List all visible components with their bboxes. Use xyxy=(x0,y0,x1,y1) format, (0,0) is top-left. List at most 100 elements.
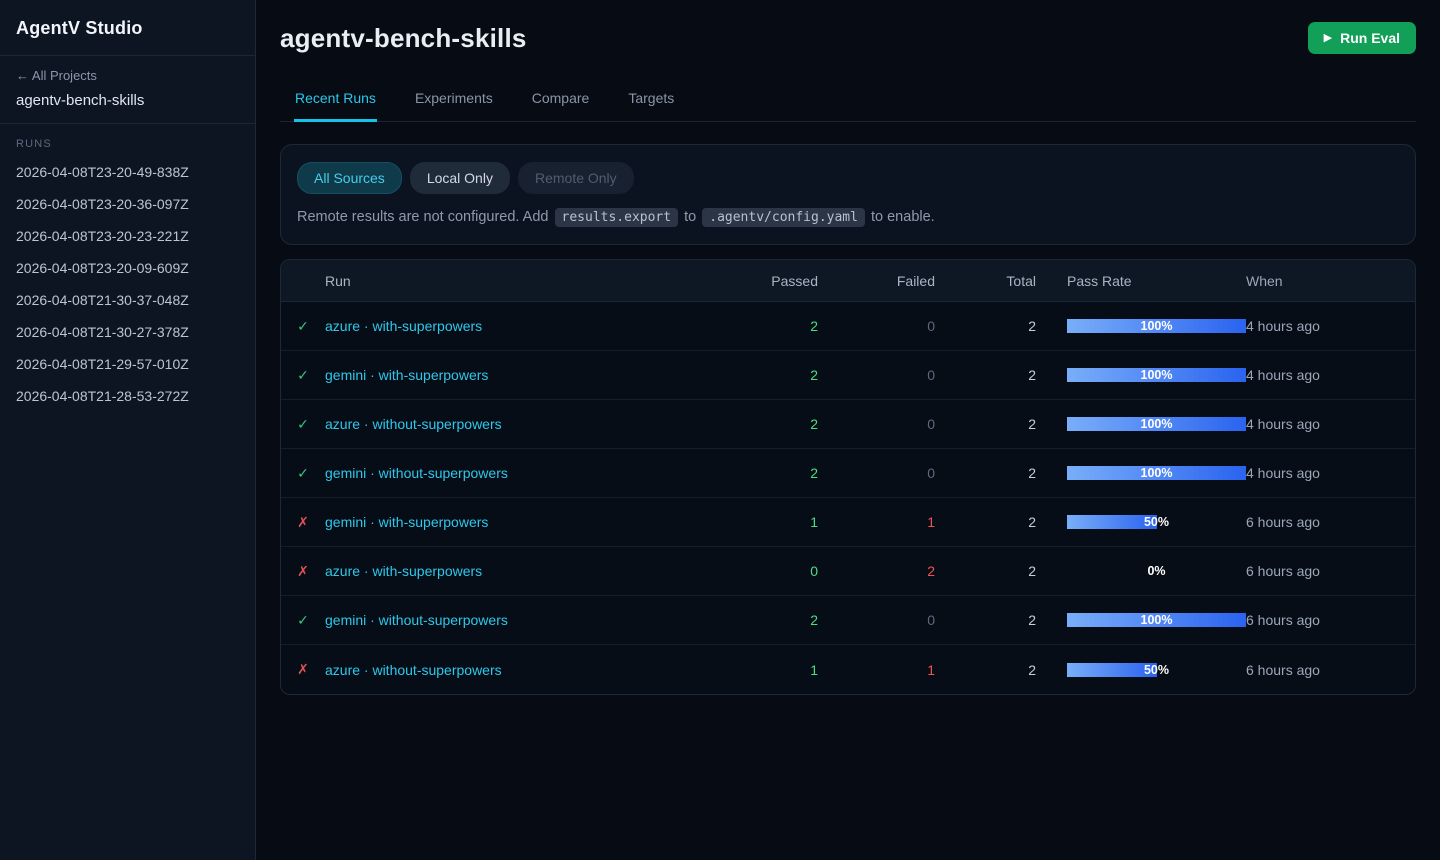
pass-rate-cell: 50% xyxy=(1036,515,1246,529)
failed-count: 1 xyxy=(818,514,935,530)
passed-count: 2 xyxy=(728,367,818,383)
source-filter-chips: All SourcesLocal OnlyRemote Only xyxy=(297,162,1399,194)
sidebar-runs-list: 2026-04-08T23-20-49-838Z2026-04-08T23-20… xyxy=(16,156,239,412)
passed-count: 1 xyxy=(728,662,818,678)
filter-chip-all-sources[interactable]: All Sources xyxy=(297,162,402,194)
pass-rate-pill: 100% xyxy=(1067,417,1246,431)
passed-count: 2 xyxy=(728,612,818,628)
total-count: 2 xyxy=(935,416,1036,432)
tab-experiments[interactable]: Experiments xyxy=(414,82,494,122)
pass-rate-cell: 100% xyxy=(1036,368,1246,382)
table-row[interactable]: ✓ gemini · without-superpowers 2 0 2 100… xyxy=(281,449,1415,498)
source-filter-card: All SourcesLocal OnlyRemote Only Remote … xyxy=(280,144,1416,245)
col-pass-rate: Pass Rate xyxy=(1036,273,1246,289)
pass-rate-label: 50% xyxy=(1067,663,1246,677)
failed-count: 0 xyxy=(818,318,935,334)
pass-rate-pill: 50% xyxy=(1067,515,1246,529)
play-icon: ▶ xyxy=(1324,33,1332,44)
col-total: Total xyxy=(935,273,1036,289)
runs-heading: RUNS xyxy=(16,138,239,150)
pass-rate-label: 100% xyxy=(1067,466,1246,480)
sidebar-runs-section: RUNS 2026-04-08T23-20-49-838Z2026-04-08T… xyxy=(0,124,255,426)
notice-text: to enable. xyxy=(871,209,935,225)
back-all-projects-link[interactable]: ← All Projects xyxy=(16,68,239,83)
code-config-yaml: .agentv/config.yaml xyxy=(702,208,865,227)
status-icon: ✗ xyxy=(281,514,325,531)
sidebar-run-item[interactable]: 2026-04-08T21-30-37-048Z xyxy=(16,284,239,316)
failed-count: 0 xyxy=(818,416,935,432)
passed-count: 2 xyxy=(728,416,818,432)
when-label: 6 hours ago xyxy=(1246,563,1415,579)
total-count: 2 xyxy=(935,514,1036,530)
app-title-wrap: AgentV Studio xyxy=(0,0,255,56)
sidebar-project-name: agentv-bench-skills xyxy=(16,92,239,109)
filter-chip-remote-only: Remote Only xyxy=(518,162,634,194)
sidebar-run-item[interactable]: 2026-04-08T23-20-36-097Z xyxy=(16,188,239,220)
sidebar-run-item[interactable]: 2026-04-08T21-29-57-010Z xyxy=(16,348,239,380)
when-label: 6 hours ago xyxy=(1246,514,1415,530)
notice-text: Remote results are not configured. Add xyxy=(297,209,548,225)
pass-rate-label: 0% xyxy=(1067,564,1246,578)
page-title: agentv-bench-skills xyxy=(280,23,527,54)
run-link[interactable]: gemini · without-superpowers xyxy=(325,612,728,628)
status-icon: ✓ xyxy=(281,416,325,433)
status-icon: ✓ xyxy=(281,318,325,335)
runs-table: Run Passed Failed Total Pass Rate When ✓… xyxy=(280,259,1416,695)
run-link[interactable]: gemini · with-superpowers xyxy=(325,367,728,383)
sidebar-run-item[interactable]: 2026-04-08T23-20-23-221Z xyxy=(16,220,239,252)
pass-rate-label: 100% xyxy=(1067,319,1246,333)
pass-rate-cell: 100% xyxy=(1036,319,1246,333)
run-link[interactable]: azure · with-superpowers xyxy=(325,563,728,579)
remote-config-notice: Remote results are not configured. Add r… xyxy=(297,209,1399,225)
total-count: 2 xyxy=(935,465,1036,481)
tab-compare[interactable]: Compare xyxy=(531,82,591,122)
passed-count: 2 xyxy=(728,318,818,334)
main-content: agentv-bench-skills ▶ Run Eval Recent Ru… xyxy=(256,0,1440,860)
table-row[interactable]: ✗ azure · with-superpowers 0 2 2 0% 6 ho… xyxy=(281,547,1415,596)
when-label: 4 hours ago xyxy=(1246,318,1415,334)
passed-count: 2 xyxy=(728,465,818,481)
table-row[interactable]: ✗ gemini · with-superpowers 1 1 2 50% 6 … xyxy=(281,498,1415,547)
main-header: agentv-bench-skills ▶ Run Eval xyxy=(280,22,1416,54)
failed-count: 2 xyxy=(818,563,935,579)
tab-recent-runs[interactable]: Recent Runs xyxy=(294,82,377,122)
col-passed: Passed xyxy=(728,273,818,289)
run-link[interactable]: gemini · with-superpowers xyxy=(325,514,728,530)
col-when: When xyxy=(1246,273,1415,289)
when-label: 4 hours ago xyxy=(1246,416,1415,432)
table-row[interactable]: ✓ gemini · without-superpowers 2 0 2 100… xyxy=(281,596,1415,645)
run-link[interactable]: gemini · without-superpowers xyxy=(325,465,728,481)
run-link[interactable]: azure · without-superpowers xyxy=(325,662,728,678)
tab-targets[interactable]: Targets xyxy=(627,82,675,122)
table-row[interactable]: ✓ gemini · with-superpowers 2 0 2 100% 4… xyxy=(281,351,1415,400)
failed-count: 1 xyxy=(818,662,935,678)
table-body: ✓ azure · with-superpowers 2 0 2 100% 4 … xyxy=(281,302,1415,694)
pass-rate-pill: 100% xyxy=(1067,319,1246,333)
pass-rate-label: 100% xyxy=(1067,368,1246,382)
table-row[interactable]: ✓ azure · without-superpowers 2 0 2 100%… xyxy=(281,400,1415,449)
pass-rate-pill: 50% xyxy=(1067,663,1246,677)
table-header-row: Run Passed Failed Total Pass Rate When xyxy=(281,260,1415,302)
sidebar-run-item[interactable]: 2026-04-08T23-20-09-609Z xyxy=(16,252,239,284)
run-eval-button[interactable]: ▶ Run Eval xyxy=(1308,22,1416,54)
sidebar-run-item[interactable]: 2026-04-08T23-20-49-838Z xyxy=(16,156,239,188)
total-count: 2 xyxy=(935,662,1036,678)
run-link[interactable]: azure · without-superpowers xyxy=(325,416,728,432)
status-icon: ✗ xyxy=(281,563,325,580)
notice-text: to xyxy=(684,209,696,225)
status-icon: ✓ xyxy=(281,367,325,384)
filter-chip-local-only[interactable]: Local Only xyxy=(410,162,510,194)
table-row[interactable]: ✓ azure · with-superpowers 2 0 2 100% 4 … xyxy=(281,302,1415,351)
sidebar-run-item[interactable]: 2026-04-08T21-28-53-272Z xyxy=(16,380,239,412)
when-label: 4 hours ago xyxy=(1246,367,1415,383)
col-run: Run xyxy=(325,273,728,289)
sidebar-run-item[interactable]: 2026-04-08T21-30-27-378Z xyxy=(16,316,239,348)
pass-rate-cell: 100% xyxy=(1036,417,1246,431)
passed-count: 1 xyxy=(728,514,818,530)
failed-count: 0 xyxy=(818,465,935,481)
pass-rate-cell: 0% xyxy=(1036,564,1246,578)
pass-rate-label: 50% xyxy=(1067,515,1246,529)
total-count: 2 xyxy=(935,367,1036,383)
run-link[interactable]: azure · with-superpowers xyxy=(325,318,728,334)
table-row[interactable]: ✗ azure · without-superpowers 1 1 2 50% … xyxy=(281,645,1415,694)
